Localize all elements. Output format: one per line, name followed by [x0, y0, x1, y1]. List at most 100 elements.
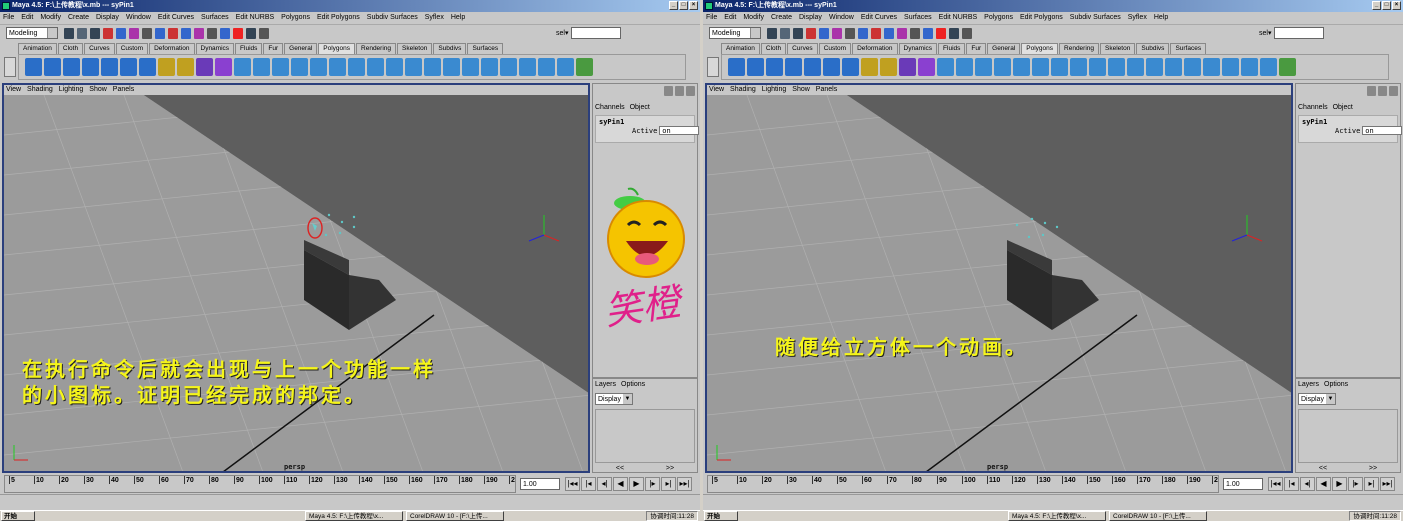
poly-plane-icon[interactable] — [101, 58, 118, 76]
new-scene-icon[interactable] — [767, 28, 777, 39]
play-backward-button[interactable]: ◀ — [1316, 477, 1331, 491]
select-hierarchy-icon[interactable] — [103, 28, 113, 39]
taskbar-coreldraw[interactable]: CorelDRAW 10 - [F:\上传... — [406, 511, 504, 521]
delete-edge-icon[interactable] — [1127, 58, 1144, 76]
attribute-editor-icon[interactable] — [1378, 86, 1387, 96]
menu-file[interactable]: File — [3, 12, 14, 23]
save-scene-icon[interactable] — [90, 28, 100, 39]
bridge-icon[interactable] — [1013, 58, 1030, 76]
poly-torus-icon[interactable] — [823, 58, 840, 76]
harden-edge-icon[interactable] — [1184, 58, 1201, 76]
poly-pipe-icon[interactable] — [842, 58, 859, 76]
menu-display[interactable]: Display — [799, 12, 822, 23]
sel-input[interactable] — [1274, 27, 1325, 39]
pick-mask-icon[interactable] — [142, 28, 152, 39]
poly-pipe-icon[interactable] — [139, 58, 156, 76]
menu-edit-polygons[interactable]: Edit Polygons — [317, 12, 360, 23]
pick-mask-icon[interactable] — [845, 28, 855, 39]
poly-sphere-icon[interactable] — [728, 58, 745, 76]
maximize-button[interactable]: □ — [679, 1, 688, 10]
menu-edit-curves[interactable]: Edit Curves — [158, 12, 194, 23]
snap-curve-icon[interactable] — [168, 28, 178, 39]
subdivide-icon[interactable] — [1051, 58, 1068, 76]
shelf-tab-fur[interactable]: Fur — [263, 43, 284, 54]
menu-modify[interactable]: Modify — [40, 12, 61, 23]
shelf-tab-custom[interactable]: Custom — [818, 43, 852, 54]
menu-help[interactable]: Help — [451, 12, 465, 23]
step-forward-key-button[interactable]: ▸| — [661, 477, 676, 491]
menu-create[interactable]: Create — [771, 12, 792, 23]
menu-edit-nurbs[interactable]: Edit NURBS — [236, 12, 275, 23]
range-slider[interactable] — [0, 494, 700, 510]
menu-create[interactable]: Create — [68, 12, 89, 23]
menu-window[interactable]: Window — [126, 12, 151, 23]
extrude-face-icon[interactable] — [975, 58, 992, 76]
poly-cylinder-icon[interactable] — [63, 58, 80, 76]
poly-cube-icon[interactable] — [747, 58, 764, 76]
shelf-tab-curves[interactable]: Curves — [84, 43, 115, 54]
snap-point-icon[interactable] — [181, 28, 191, 39]
harden-edge-icon[interactable] — [481, 58, 498, 76]
render-icon[interactable] — [233, 28, 243, 39]
shelf-tab-fluids[interactable]: Fluids — [938, 43, 966, 54]
shelf-tab-subdivs[interactable]: Subdivs — [433, 43, 467, 54]
viewport-menu-view[interactable]: View — [6, 85, 21, 95]
viewport-menu-panels[interactable]: Panels — [113, 85, 134, 95]
extract-icon[interactable] — [196, 58, 213, 76]
viewport-menu-show[interactable]: Show — [792, 85, 810, 95]
shelf-tab-rendering[interactable]: Rendering — [1059, 43, 1100, 54]
normals-icon[interactable] — [1146, 58, 1163, 76]
layer-nav-prev[interactable]: << — [616, 465, 624, 473]
combine-icon[interactable] — [158, 58, 175, 76]
ipr-render-icon[interactable] — [246, 28, 256, 39]
shelf-menu-button[interactable] — [4, 57, 16, 77]
extrude-face-icon[interactable] — [272, 58, 289, 76]
shelf-menu-button[interactable] — [707, 57, 719, 77]
go-to-start-button[interactable]: |◂◂ — [1268, 477, 1283, 491]
viewport-menu-view[interactable]: View — [709, 85, 724, 95]
split-polygon-icon[interactable] — [329, 58, 346, 76]
bevel-icon[interactable] — [1070, 58, 1087, 76]
soften-edge-icon[interactable] — [462, 58, 479, 76]
mirror-icon[interactable] — [253, 58, 270, 76]
taskbar-maya[interactable]: Maya 4.5: F:\上传教程\x... — [1008, 511, 1106, 521]
step-back-frame-button[interactable]: ◂| — [597, 477, 612, 491]
maximize-button[interactable]: □ — [1382, 1, 1391, 10]
uv-planar-icon[interactable] — [500, 58, 517, 76]
shelf-tab-skeleton[interactable]: Skeleton — [397, 43, 433, 54]
checker-icon[interactable] — [576, 58, 593, 76]
layout-icon[interactable] — [664, 86, 673, 96]
layer-nav-prev[interactable]: << — [1319, 465, 1327, 473]
poly-torus-icon[interactable] — [120, 58, 137, 76]
select-object-icon[interactable] — [819, 28, 829, 39]
tab-layers[interactable]: Layers — [1298, 381, 1319, 388]
close-button[interactable]: × — [1392, 1, 1401, 10]
poly-cone-icon[interactable] — [82, 58, 99, 76]
shelf-tab-subdivs[interactable]: Subdivs — [1136, 43, 1170, 54]
poly-cone-icon[interactable] — [785, 58, 802, 76]
render-icon[interactable] — [936, 28, 946, 39]
shelf-tab-polygons[interactable]: Polygons — [318, 43, 356, 54]
menu-polygons[interactable]: Polygons — [281, 12, 310, 23]
attribute-editor-icon[interactable] — [675, 86, 684, 96]
shelf-tab-general[interactable]: General — [284, 43, 318, 54]
tab-options[interactable]: Options — [1324, 381, 1348, 388]
shelf-tab-fur[interactable]: Fur — [966, 43, 987, 54]
taskbar-maya[interactable]: Maya 4.5: F:\上传教程\x... — [305, 511, 403, 521]
menu-subdiv-surfaces[interactable]: Subdiv Surfaces — [1070, 12, 1121, 23]
layer-nav-next[interactable]: >> — [666, 465, 674, 473]
poly-cube-icon[interactable] — [44, 58, 61, 76]
perspective-viewport[interactable]: View Shading Lighting Show Panels — [705, 83, 1293, 473]
menu-edit-polygons[interactable]: Edit Polygons — [1020, 12, 1063, 23]
layer-nav-next[interactable]: >> — [1369, 465, 1377, 473]
open-scene-icon[interactable] — [780, 28, 790, 39]
poly-sphere-icon[interactable] — [25, 58, 42, 76]
range-slider[interactable] — [703, 494, 1403, 510]
tab-object[interactable]: Object — [630, 104, 650, 111]
step-forward-key-button[interactable]: ▸| — [1364, 477, 1379, 491]
minimize-button[interactable]: _ — [1372, 1, 1381, 10]
soften-edge-icon[interactable] — [1165, 58, 1182, 76]
snap-grid-icon[interactable] — [858, 28, 868, 39]
make-live-icon[interactable] — [207, 28, 217, 39]
viewport-menu-lighting[interactable]: Lighting — [762, 85, 787, 95]
